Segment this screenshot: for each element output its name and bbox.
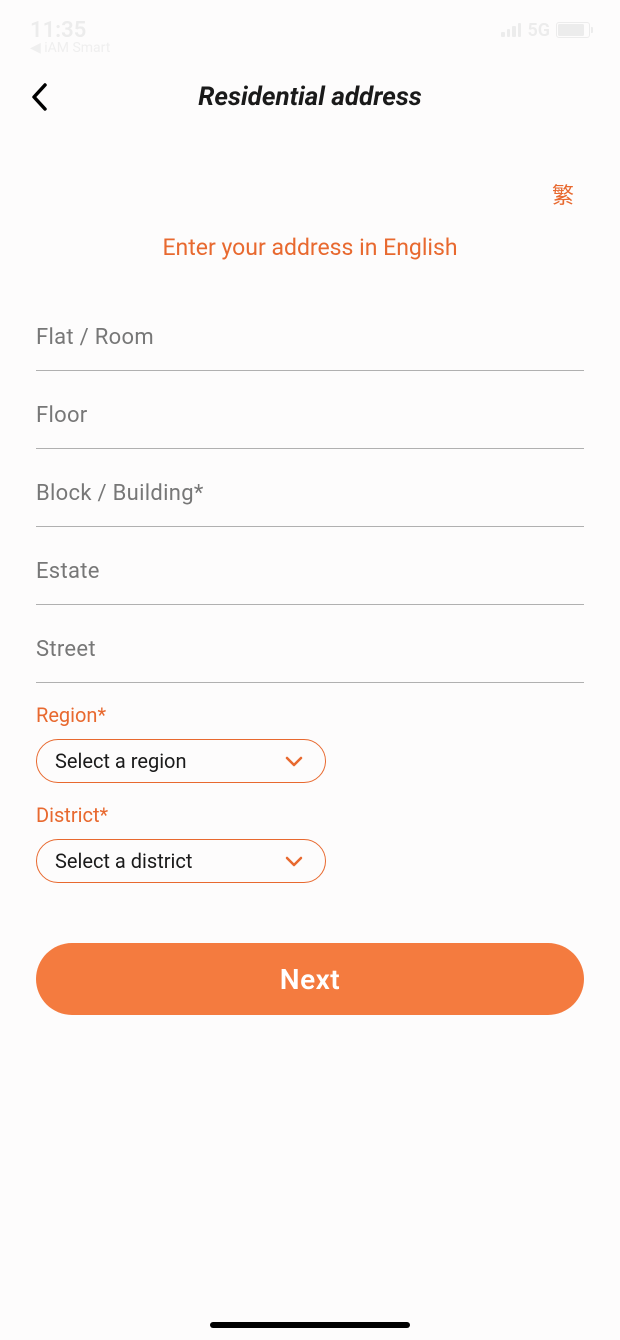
estate-field [36,535,584,605]
subtitle: Enter your address in English [36,218,584,301]
floor-field [36,379,584,449]
district-select[interactable]: Select a district [36,839,326,883]
district-label: District* [36,803,584,827]
district-selected: Select a district [55,849,192,873]
block-field [36,457,584,527]
block-input[interactable] [36,481,584,506]
return-to-app[interactable]: ◀ iAM Smart [30,40,110,56]
district-group: District* Select a district [36,803,584,883]
chevron-left-icon [31,83,49,111]
home-indicator[interactable] [210,1322,410,1328]
estate-input[interactable] [36,559,584,584]
language-toggle[interactable]: 繁 [552,184,574,209]
flat-field [36,301,584,371]
header: Residential address [0,60,620,130]
status-time: 11:35 [30,18,86,43]
next-button[interactable]: Next [36,943,584,1015]
content: 繁 Enter your address in English Region* … [0,130,620,1015]
flat-input[interactable] [36,325,584,350]
floor-input[interactable] [36,403,584,428]
language-toggle-wrap: 繁 [36,130,584,218]
region-label: Region* [36,703,584,727]
back-button[interactable] [24,81,56,113]
region-group: Region* Select a region [36,703,584,783]
street-field [36,613,584,683]
chevron-down-icon [285,855,303,867]
region-select[interactable]: Select a region [36,739,326,783]
region-selected: Select a region [55,749,187,773]
street-input[interactable] [36,637,584,662]
page-title: Residential address [20,82,600,112]
chevron-down-icon [285,755,303,767]
network-label: 5G [527,20,550,41]
status-right: 5G [501,20,590,41]
signal-icon [501,23,521,37]
battery-icon [556,22,590,38]
